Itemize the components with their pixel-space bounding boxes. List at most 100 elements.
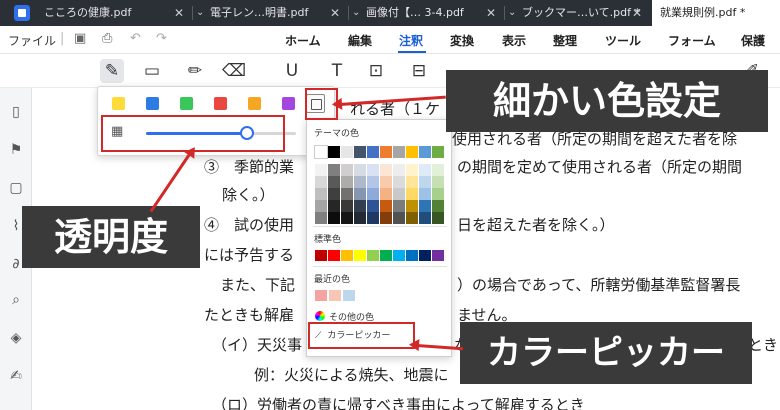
print-icon[interactable]: ⎙ (102, 31, 112, 46)
recent-color-cell[interactable] (343, 290, 355, 301)
menu-edit[interactable]: 編集 (348, 32, 372, 49)
theme-shade-cell[interactable] (419, 200, 431, 212)
theme-shade-cell[interactable] (328, 212, 340, 224)
save-icon[interactable]: ▣ (74, 31, 86, 46)
color-swatch-blue[interactable] (146, 97, 159, 110)
theme-color-cell[interactable] (406, 146, 418, 158)
search-icon[interactable]: ⌕ (6, 290, 26, 310)
theme-shade-cell[interactable] (315, 164, 327, 176)
theme-shade-cell[interactable] (380, 188, 392, 200)
theme-shade-cell[interactable] (393, 188, 405, 200)
menu-tools[interactable]: ツール (605, 32, 641, 49)
theme-shade-cell[interactable] (406, 176, 418, 188)
tab-document-2[interactable]: ⌄ 電子レン…明書.pdf ✕ (196, 0, 346, 26)
theme-color-cell[interactable] (314, 145, 328, 159)
theme-shade-cell[interactable] (367, 176, 379, 188)
theme-shade-cell[interactable] (367, 188, 379, 200)
sticky-note-icon[interactable]: ▭ (140, 59, 164, 83)
close-icon[interactable]: ✕ (486, 0, 496, 26)
tab-document-1[interactable]: こころの健康.pdf ✕ (40, 0, 190, 26)
theme-shade-cell[interactable] (315, 212, 327, 224)
textbox-icon[interactable]: ⊡ (364, 59, 388, 83)
menu-organize[interactable]: 整理 (553, 32, 577, 49)
theme-shade-cell[interactable] (315, 188, 327, 200)
file-menu[interactable]: ファイル (8, 32, 56, 49)
recent-color-cell[interactable] (315, 290, 327, 301)
theme-shade-cell[interactable] (380, 176, 392, 188)
standard-color-cell[interactable] (367, 250, 379, 261)
theme-shade-cell[interactable] (328, 200, 340, 212)
theme-shade-cell[interactable] (432, 164, 444, 176)
theme-shade-cell[interactable] (419, 164, 431, 176)
theme-shade-cell[interactable] (419, 212, 431, 224)
underline-icon[interactable]: U (280, 59, 304, 83)
theme-shade-cell[interactable] (315, 176, 327, 188)
pencil-icon[interactable]: ✏ (183, 59, 207, 83)
theme-shade-cell[interactable] (354, 164, 366, 176)
menu-forms[interactable]: フォーム (668, 32, 716, 49)
tab-document-4[interactable]: ⌄ ブックマー…いて.pdf * ✕ (508, 0, 648, 26)
theme-color-cell[interactable] (419, 146, 431, 158)
theme-color-cell[interactable] (341, 146, 353, 158)
theme-shade-cell[interactable] (406, 188, 418, 200)
tab-document-3[interactable]: ⌄ 画像付【… 3-4.pdf ✕ (352, 0, 502, 26)
theme-color-cell[interactable] (367, 146, 379, 158)
color-swatch-yellow[interactable] (112, 97, 125, 110)
close-icon[interactable]: ✕ (174, 0, 184, 26)
undo-icon[interactable]: ↶ (130, 31, 141, 46)
theme-shade-cell[interactable] (354, 200, 366, 212)
theme-shade-cell[interactable] (367, 164, 379, 176)
standard-color-cell[interactable] (393, 250, 405, 261)
theme-shade-cell[interactable] (406, 212, 418, 224)
text-callout-icon[interactable]: ⊟ (407, 59, 431, 83)
theme-shade-cell[interactable] (367, 200, 379, 212)
theme-shade-cell[interactable] (393, 176, 405, 188)
page-icon[interactable]: ▯ (6, 102, 26, 122)
theme-shade-cell[interactable] (406, 164, 418, 176)
signature-icon[interactable]: ✍ (6, 366, 26, 386)
theme-shade-cell[interactable] (328, 176, 340, 188)
theme-shade-cell[interactable] (341, 164, 353, 176)
theme-shade-cell[interactable] (380, 164, 392, 176)
layers-icon[interactable]: ◈ (6, 328, 26, 348)
standard-color-cell[interactable] (328, 250, 340, 261)
theme-shade-cell[interactable] (419, 188, 431, 200)
theme-shade-cell[interactable] (380, 212, 392, 224)
theme-shade-cell[interactable] (354, 212, 366, 224)
theme-shade-cell[interactable] (432, 200, 444, 212)
text-icon[interactable]: T (325, 59, 349, 83)
menu-view[interactable]: 表示 (502, 32, 526, 49)
recent-color-cell[interactable] (329, 290, 341, 301)
theme-color-cell[interactable] (380, 146, 392, 158)
theme-shade-cell[interactable] (341, 200, 353, 212)
theme-shade-cell[interactable] (432, 188, 444, 200)
menu-home[interactable]: ホーム (285, 32, 321, 49)
theme-shade-cell[interactable] (380, 200, 392, 212)
standard-color-cell[interactable] (432, 250, 444, 261)
theme-shade-cell[interactable] (393, 164, 405, 176)
theme-shade-cell[interactable] (406, 200, 418, 212)
tab-document-active[interactable]: 就業規則例.pdf * (652, 0, 780, 26)
theme-shade-cell[interactable] (419, 176, 431, 188)
eraser-icon[interactable]: ⌫ (222, 59, 246, 83)
color-swatch-red[interactable] (214, 97, 227, 110)
color-swatch-purple[interactable] (282, 97, 295, 110)
menu-annotate[interactable]: 注釈 (399, 32, 423, 49)
standard-color-cell[interactable] (341, 250, 353, 261)
theme-color-cell[interactable] (328, 146, 340, 158)
theme-shade-cell[interactable] (328, 164, 340, 176)
theme-shade-cell[interactable] (341, 212, 353, 224)
theme-shade-cell[interactable] (393, 200, 405, 212)
theme-color-cell[interactable] (432, 146, 444, 158)
close-icon[interactable]: ✕ (330, 0, 340, 26)
color-swatch-orange[interactable] (248, 97, 261, 110)
standard-color-cell[interactable] (419, 250, 431, 261)
theme-shade-cell[interactable] (341, 188, 353, 200)
theme-shade-cell[interactable] (367, 212, 379, 224)
highlight-marker-icon[interactable]: ✎ (100, 59, 124, 83)
close-icon[interactable]: ✕ (632, 0, 642, 26)
theme-shade-cell[interactable] (393, 212, 405, 224)
standard-color-cell[interactable] (380, 250, 392, 261)
standard-color-cell[interactable] (315, 250, 327, 261)
theme-color-cell[interactable] (354, 146, 366, 158)
